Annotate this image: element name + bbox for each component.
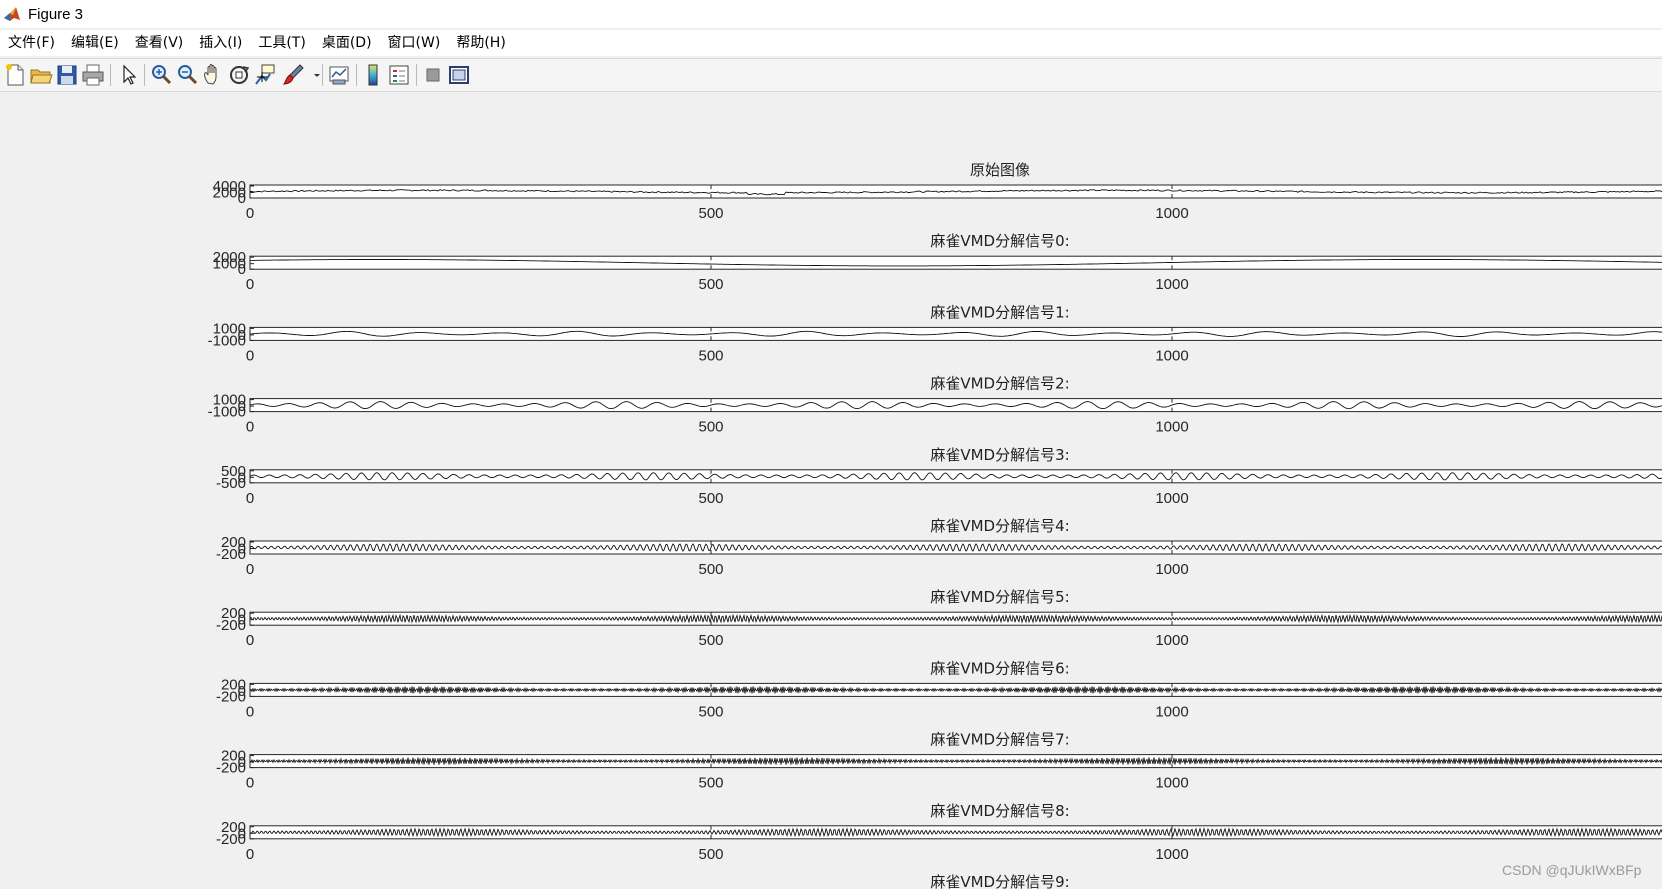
colorbar-icon[interactable] — [360, 62, 386, 88]
x-tick-label: 0 — [246, 846, 254, 863]
link-plot-icon[interactable] — [326, 62, 352, 88]
x-tick-label: 1000 — [1155, 347, 1188, 364]
menu-help[interactable]: 帮助(H) — [448, 31, 513, 55]
x-tick-label: 500 — [698, 632, 723, 649]
pan-hand-icon[interactable] — [200, 62, 226, 88]
x-tick-label: 1000 — [1155, 775, 1188, 792]
menu-edit[interactable]: 编辑(E) — [63, 31, 127, 55]
x-tick-label: 500 — [698, 561, 723, 578]
x-tick-label: 1000 — [1155, 205, 1188, 222]
subplot-axes — [249, 255, 1662, 270]
subplot-title: 麻雀VMD分解信号7: — [930, 731, 1069, 749]
y-tick-label: -200 — [216, 617, 246, 634]
window-title: Figure 3 — [28, 5, 84, 23]
y-tick-label: -200 — [216, 831, 246, 848]
title-bar: Figure 3 — [0, 0, 1662, 28]
print-icon[interactable] — [80, 62, 106, 88]
zoom-in-icon[interactable] — [148, 62, 174, 88]
menu-file[interactable]: 文件(F) — [0, 31, 63, 55]
subplot-title: 麻雀VMD分解信号5: — [930, 588, 1069, 606]
data-cursor-icon[interactable] — [252, 62, 278, 88]
toolbar-separator — [110, 64, 111, 86]
legend-icon[interactable] — [386, 62, 412, 88]
rotate-3d-icon[interactable] — [226, 62, 252, 88]
open-file-icon[interactable] — [28, 62, 54, 88]
subplot-title: 麻雀VMD分解信号9: — [930, 873, 1069, 889]
x-tick-label: 0 — [246, 419, 254, 436]
save-icon[interactable] — [54, 62, 80, 88]
zoom-out-icon[interactable] — [174, 62, 200, 88]
x-tick-label: 1000 — [1155, 703, 1188, 720]
toolbar-separator — [356, 64, 357, 86]
figure-toolbar — [0, 58, 1662, 92]
subplot-axes — [249, 326, 1662, 341]
subplot-title: 麻雀VMD分解信号2: — [930, 375, 1069, 393]
subplot-axes — [249, 469, 1662, 484]
x-tick-label: 500 — [698, 775, 723, 792]
new-figure-icon[interactable] — [2, 62, 28, 88]
x-tick-label: 0 — [246, 632, 254, 649]
matlab-logo-icon — [2, 4, 22, 24]
y-tick-label: -1000 — [208, 404, 246, 421]
x-tick-label: 0 — [246, 490, 254, 507]
menu-view[interactable]: 查看(V) — [127, 31, 192, 55]
brush-icon[interactable] — [280, 62, 306, 88]
menu-insert[interactable]: 插入(I) — [191, 31, 250, 55]
toolbar-separator — [322, 64, 323, 86]
y-tick-label: -200 — [216, 546, 246, 563]
menu-window[interactable]: 窗口(W) — [380, 31, 449, 55]
y-tick-label: 0 — [238, 190, 246, 207]
figure-canvas: 原始图像0 500 1000400020000麻雀VMD分解信号0:0 500 1000… — [208, 161, 1662, 889]
x-tick-label: 1000 — [1155, 632, 1188, 649]
toolbar-separator — [144, 64, 145, 86]
edit-plot-arrow-icon[interactable] — [116, 62, 142, 88]
x-tick-label: 1000 — [1155, 419, 1188, 436]
subplot-title: 麻雀VMD分解信号3: — [930, 446, 1069, 464]
x-tick-label: 500 — [698, 347, 723, 364]
menu-bar: 文件(F) 编辑(E) 查看(V) 插入(I) 工具(T) 桌面(D) 窗口(W… — [0, 30, 1662, 56]
x-tick-label: 1000 — [1155, 561, 1188, 578]
subplot-title: 麻雀VMD分解信号6: — [930, 659, 1069, 677]
x-tick-label: 500 — [698, 419, 723, 436]
y-tick-label: -200 — [216, 760, 246, 777]
x-tick-label: 0 — [246, 775, 254, 792]
subplot-title: 麻雀VMD分解信号0: — [930, 232, 1069, 250]
x-tick-label: 0 — [246, 347, 254, 364]
y-tick-label: -500 — [216, 475, 246, 492]
x-tick-label: 500 — [698, 490, 723, 507]
y-tick-label: -1000 — [208, 332, 246, 349]
subplot-title: 原始图像 — [970, 161, 1030, 179]
toolbar-separator — [416, 64, 417, 86]
subplot-title: 麻雀VMD分解信号1: — [930, 303, 1069, 321]
x-tick-label: 0 — [246, 205, 254, 222]
menu-desktop[interactable]: 桌面(D) — [314, 31, 380, 55]
x-tick-label: 1000 — [1155, 276, 1188, 293]
y-tick-label: -200 — [216, 688, 246, 705]
subplot-title: 麻雀VMD分解信号8: — [930, 802, 1069, 820]
brush-dropdown-icon[interactable] — [304, 62, 320, 88]
menu-tools[interactable]: 工具(T) — [250, 31, 313, 55]
x-tick-label: 1000 — [1155, 846, 1188, 863]
x-tick-label: 500 — [698, 276, 723, 293]
watermark: CSDN @qJUkIWxBFp — [1502, 862, 1642, 878]
x-tick-label: 500 — [698, 205, 723, 222]
x-tick-label: 500 — [698, 846, 723, 863]
x-tick-label: 1000 — [1155, 490, 1188, 507]
x-tick-label: 0 — [246, 276, 254, 293]
x-tick-label: 0 — [246, 703, 254, 720]
y-tick-label: 0 — [238, 261, 246, 278]
show-plot-tools-icon[interactable] — [446, 62, 472, 88]
hide-plot-tools-icon[interactable] — [420, 62, 446, 88]
subplot-title: 麻雀VMD分解信号4: — [930, 517, 1069, 535]
subplot-axes — [249, 540, 1662, 555]
x-tick-label: 500 — [698, 703, 723, 720]
x-tick-label: 0 — [246, 561, 254, 578]
